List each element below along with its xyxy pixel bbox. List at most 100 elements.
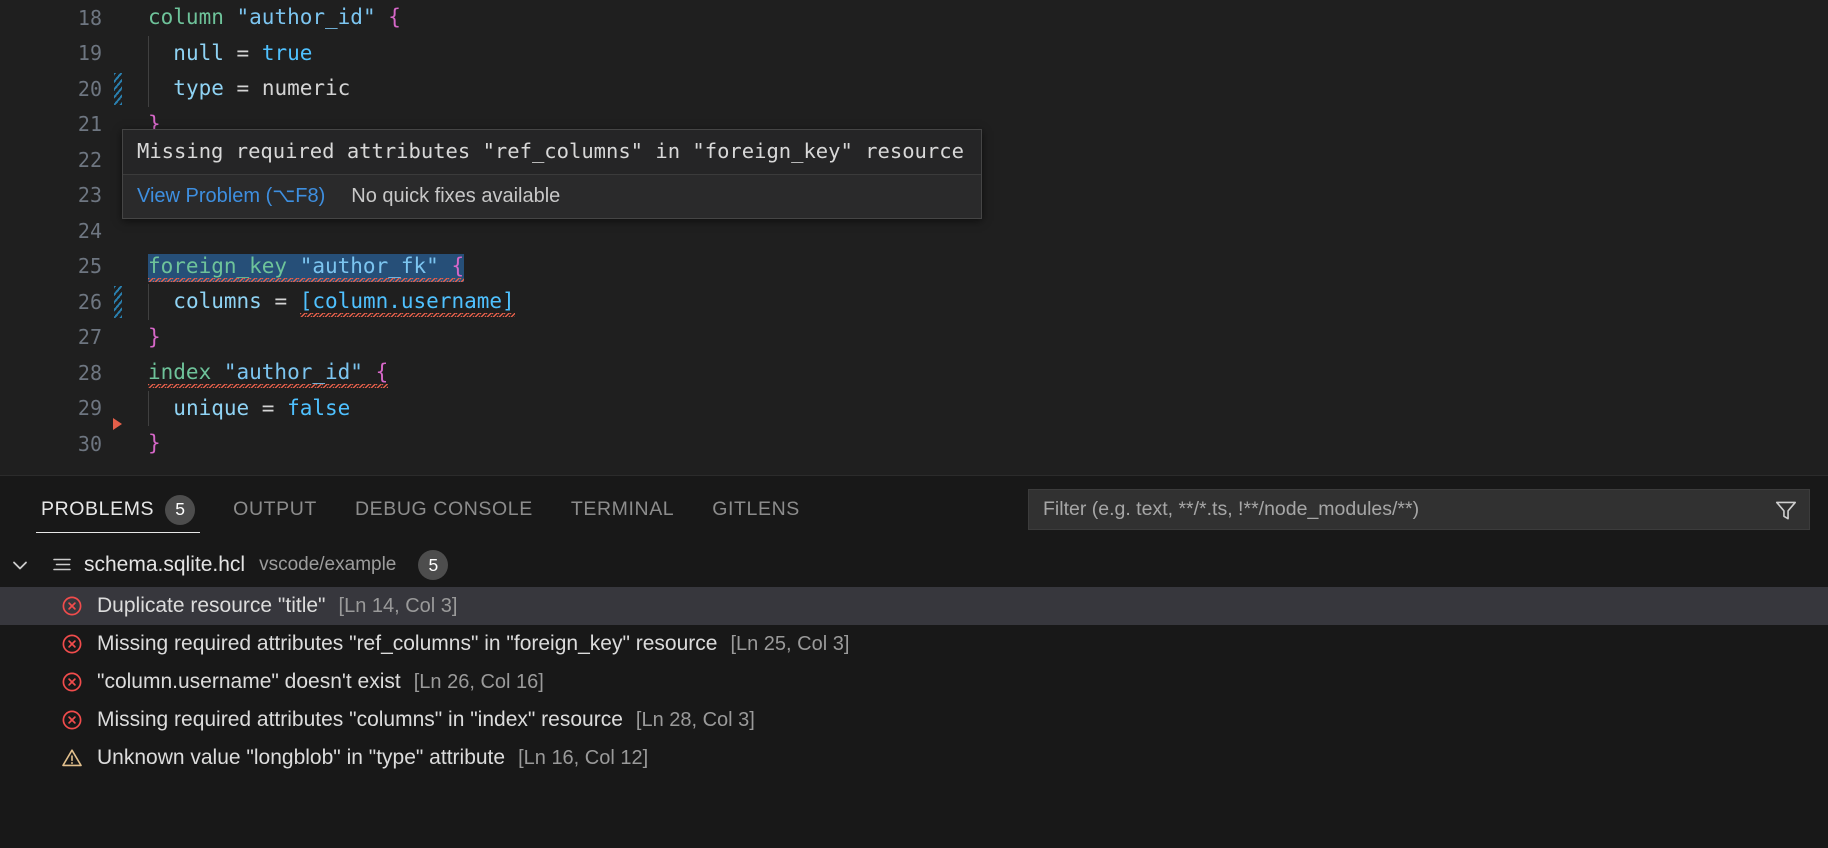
git-modified-indicator [114,73,122,105]
code-token: foreign_key [148,254,300,278]
code-text[interactable]: } [134,426,1828,462]
gutter-decorations[interactable] [108,0,134,36]
code-editor[interactable]: 18column "author_id" {19 null = true20 t… [0,0,1828,475]
code-text[interactable]: } [134,320,1828,356]
error-icon [60,594,84,618]
tab-label: GITLENS [712,498,800,521]
problem-location: [Ln 25, Col 3] [730,633,849,656]
code-text[interactable]: columns = [column.username] [134,284,1828,320]
code-token [439,254,452,278]
tab-terminal[interactable]: TERMINAL [552,476,693,543]
tab-output[interactable]: OUTPUT [214,476,336,543]
problem-row[interactable]: Duplicate resource "title"[Ln 14, Col 3] [0,587,1828,625]
gutter-decorations[interactable] [108,71,134,107]
problem-location: [Ln 16, Col 12] [518,747,648,770]
code-line[interactable]: 28index "author_id" { [0,355,1828,391]
problems-filter[interactable] [1028,489,1810,530]
problem-message: Unknown value "longblob" in "type" attri… [97,746,505,770]
code-text[interactable]: unique = false [134,391,1828,427]
code-tokens: unique = false [148,398,350,419]
file-problem-count-badge: 5 [418,550,448,580]
code-token [148,41,173,65]
gutter-decorations[interactable] [108,284,134,320]
line-number: 24 [78,221,108,241]
filter-input[interactable] [1043,498,1773,521]
editor-lines: 18column "author_id" {19 null = true20 t… [0,0,1828,462]
problem-row[interactable]: Missing required attributes "columns" in… [0,701,1828,739]
code-token: null [173,41,224,65]
file-name: schema.sqlite.hcl [84,553,245,577]
problem-message: Missing required attributes "ref_columns… [97,632,717,656]
line-number: 20 [78,79,108,99]
code-token [148,396,173,420]
line-number-gutter: 20 [0,71,108,107]
inline-breakpoint-arrow-icon[interactable] [113,418,122,430]
problem-row[interactable]: "column.username" doesn't exist [Ln 26, C… [0,663,1828,701]
code-text[interactable]: type = numeric [134,71,1828,107]
code-line[interactable]: 27} [0,320,1828,356]
line-number: 25 [78,256,108,276]
problems-list[interactable]: schema.sqlite.hcl vscode/example 5 Dupli… [0,543,1828,848]
code-token: true [262,41,313,65]
line-number: 21 [78,114,108,134]
code-token: false [287,396,350,420]
code-token: = [224,76,262,100]
line-number: 29 [78,398,108,418]
problems-file-group-header[interactable]: schema.sqlite.hcl vscode/example 5 [0,543,1828,587]
problem-location: [Ln 26, Col 16] [414,671,544,694]
git-modified-indicator [114,286,122,318]
problem-location: [Ln 14, Col 3] [339,595,458,618]
code-token [148,289,173,313]
code-line[interactable]: 29 unique = false [0,391,1828,427]
code-line[interactable]: 25 foreign_key "author_fk" { [0,249,1828,285]
chevron-down-icon[interactable] [8,553,32,577]
code-text[interactable]: null = true [134,36,1828,72]
line-number: 18 [78,8,108,28]
bottom-panel: PROBLEMS5 OUTPUT DEBUG CONSOLE TERMINAL GITL… [0,475,1828,848]
line-number-gutter: 25 [0,249,108,285]
code-line[interactable]: 20 type = numeric [0,71,1828,107]
tab-debug-console[interactable]: DEBUG CONSOLE [336,476,552,543]
line-number-gutter: 26 [0,284,108,320]
code-tokens: } [148,433,161,454]
code-line[interactable]: 26 columns = [column.username] [0,284,1828,320]
code-tokens: index "author_id" { [148,362,388,383]
hover-message: Missing required attributes "ref_columns… [123,130,981,174]
problem-message: "column.username" doesn't exist [97,670,401,694]
line-number: 30 [78,434,108,454]
gutter-decorations[interactable] [108,249,134,285]
funnel-icon[interactable] [1773,497,1799,523]
panel-tab-bar: PROBLEMS5 OUTPUT DEBUG CONSOLE TERMINAL GITL… [0,476,1828,543]
tab-label: OUTPUT [233,498,317,521]
diagnostic-hover-popup[interactable]: Missing required attributes "ref_columns… [122,129,982,219]
code-token: "author_id" [224,360,363,384]
code-text[interactable]: foreign_key "author_fk" { [134,249,1828,285]
view-problem-link[interactable]: View Problem (⌥F8) [137,183,325,208]
code-text[interactable]: index "author_id" { [134,355,1828,391]
line-number-gutter: 21 [0,107,108,143]
problem-row[interactable]: Unknown value "longblob" in "type" attri… [0,739,1828,777]
code-line[interactable]: 30} [0,426,1828,462]
tab-gitlens[interactable]: GITLENS [693,476,819,543]
code-text[interactable]: column "author_id" { [134,0,1828,36]
code-tokens: columns = [column.username] [148,291,515,312]
code-token: } [148,431,161,455]
code-token: { [388,5,401,29]
code-token: "author_fk" [300,254,439,278]
code-line[interactable]: 19 null = true [0,36,1828,72]
problem-row[interactable]: Missing required attributes "ref_columns… [0,625,1828,663]
tab-label: DEBUG CONSOLE [355,498,533,521]
code-line[interactable]: 18 column "author_id" { [0,0,1828,36]
line-number: 22 [78,150,108,170]
code-token: [column.username] [300,289,515,317]
gutter-decorations[interactable] [108,355,134,391]
code-token [363,360,376,384]
line-number-gutter: 29 [0,391,108,427]
gutter-decorations[interactable] [108,36,134,72]
problem-location: [Ln 28, Col 3] [636,709,755,732]
gutter-decorations[interactable] [108,426,134,462]
warning-icon [60,746,84,770]
gutter-decorations[interactable] [108,320,134,356]
tab-problems[interactable]: PROBLEMS5 [22,476,214,543]
code-token: columns [173,289,262,313]
